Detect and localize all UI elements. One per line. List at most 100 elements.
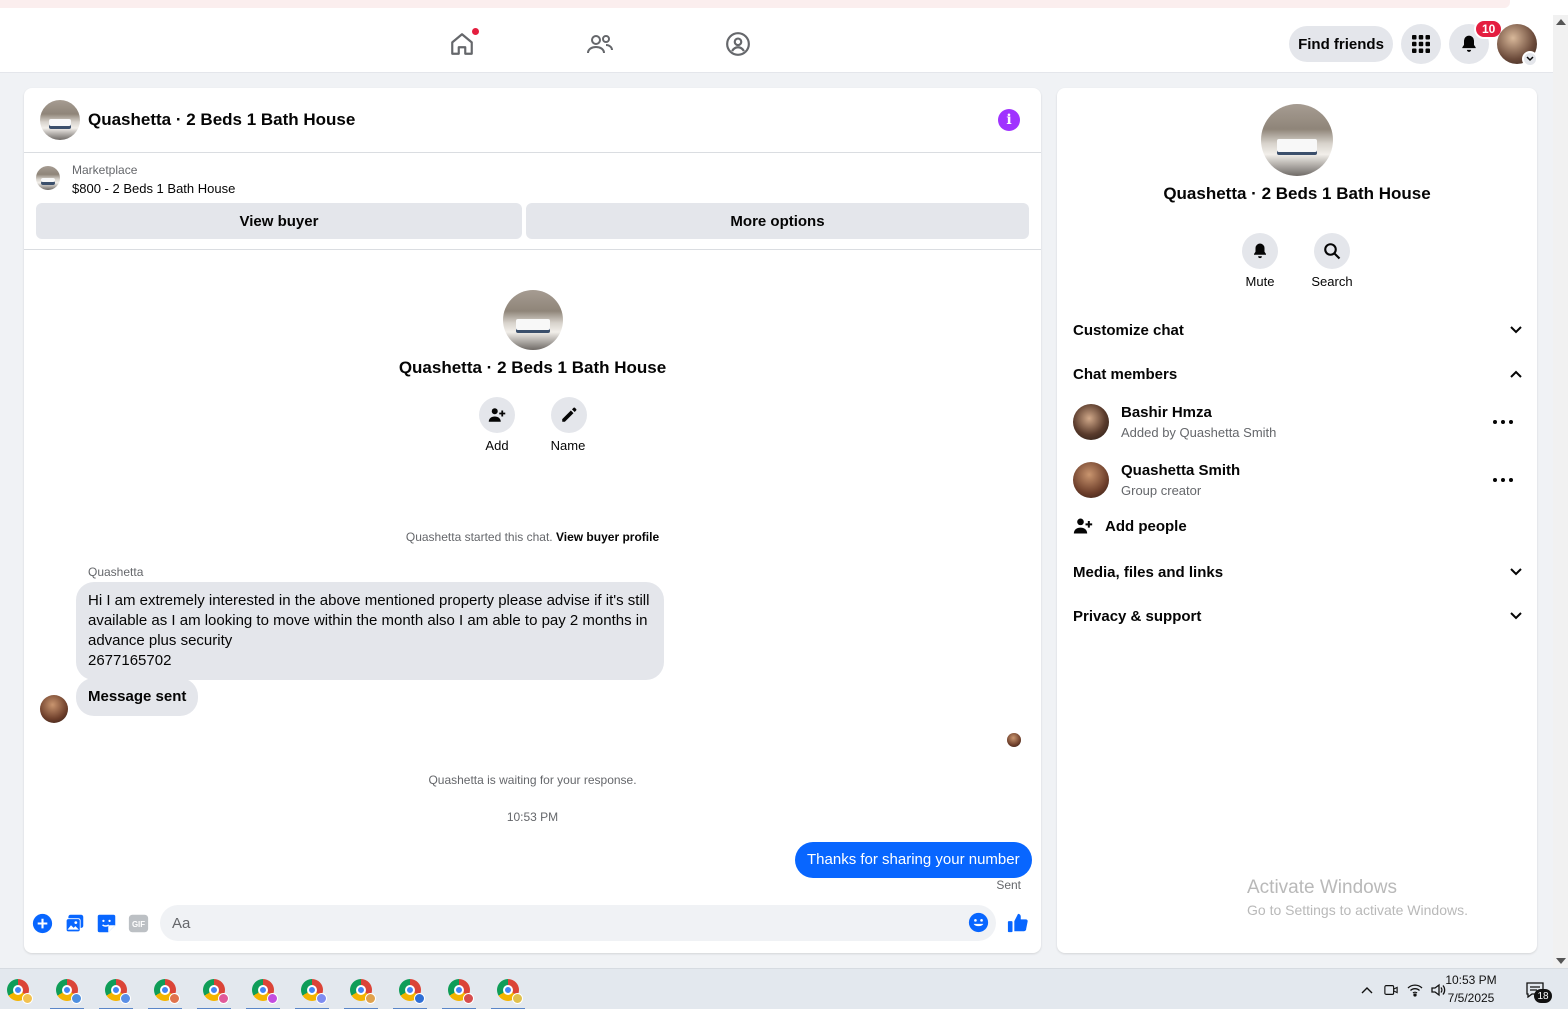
bell-icon[interactable] [1242, 233, 1278, 269]
chrome-icon [497, 978, 523, 1004]
home-notification-dot [472, 28, 479, 35]
chat-info-panel: Quashetta · 2 Beds 1 Bath House Mute Sea… [1057, 88, 1537, 953]
member-subtitle: Added by Quashetta Smith [1121, 425, 1277, 440]
chrome-icon [448, 978, 474, 1004]
chrome-icon [105, 978, 131, 1004]
info-icon[interactable]: i [998, 109, 1020, 131]
groups-icon[interactable] [718, 25, 758, 63]
chat-header: Quashetta · 2 Beds 1 Bath House i [24, 88, 1041, 153]
chevron-up-icon [1510, 370, 1522, 378]
meet-now-icon[interactable] [1381, 969, 1401, 1009]
chrome-profile-window[interactable] [191, 969, 237, 1009]
chrome-icon [56, 978, 82, 1004]
chrome-profile-window[interactable] [485, 969, 531, 1009]
info-cover-photo [1261, 104, 1333, 176]
marketplace-label: Marketplace [72, 163, 138, 177]
member-avatar[interactable] [1073, 404, 1109, 440]
chat-cover-photo [503, 290, 563, 350]
chrome-icon [252, 978, 278, 1004]
more-options-button[interactable]: More options [526, 203, 1029, 239]
taskbar-clock[interactable]: 10:53 PM 7/5/2025 [1440, 971, 1502, 1007]
chat-center-title: Quashetta · 2 Beds 1 Bath House [398, 358, 667, 377]
chrome-profile-window[interactable] [387, 969, 433, 1009]
more-options-icon[interactable] [1493, 417, 1513, 427]
privacy-support-section[interactable]: Privacy & support [1073, 601, 1523, 631]
chrome-icon [7, 978, 33, 1004]
sent-status: Sent [996, 878, 1021, 892]
member-name[interactable]: Quashetta Smith [1121, 462, 1240, 479]
chat-members-section[interactable]: Chat members [1073, 359, 1523, 389]
view-buyer-profile-link[interactable]: View buyer profile [556, 530, 659, 544]
sender-avatar[interactable] [40, 695, 68, 723]
chevron-down-icon [1510, 326, 1522, 334]
page-scrollbar[interactable] [1553, 15, 1568, 968]
emoji-icon[interactable] [968, 912, 989, 938]
chevron-down-icon [1510, 568, 1522, 576]
add-person-icon[interactable] [479, 397, 515, 433]
chrome-profile-window[interactable] [44, 969, 90, 1009]
thumbs-up-icon[interactable] [1007, 912, 1029, 934]
chrome-profile-window[interactable] [93, 969, 139, 1009]
customize-chat-section[interactable]: Customize chat [1073, 315, 1523, 345]
friends-icon[interactable] [580, 25, 620, 63]
message-input[interactable] [172, 905, 952, 941]
chrome-profile-window[interactable] [289, 969, 335, 1009]
chrome-icon [399, 978, 425, 1004]
chat-title[interactable]: Quashetta · 2 Beds 1 Bath House [88, 110, 355, 130]
add-label: Add [485, 438, 509, 453]
outgoing-message[interactable]: Thanks for sharing your number [795, 842, 1032, 878]
view-buyer-button[interactable]: View buyer [36, 203, 522, 239]
member-avatar[interactable] [1073, 462, 1109, 498]
sticker-icon[interactable] [95, 912, 117, 934]
seen-receipt-avatar [1007, 733, 1021, 747]
wifi-icon[interactable] [1405, 969, 1425, 1009]
chrome-profile-window[interactable] [142, 969, 188, 1009]
incoming-message-2[interactable]: Message sent [76, 678, 199, 716]
media-files-links-section[interactable]: Media, files and links [1073, 557, 1523, 587]
mute-label: Mute [1245, 274, 1275, 289]
listing-small-thumbnail [36, 166, 60, 190]
member-name[interactable]: Bashir Hmza [1121, 404, 1212, 421]
chevron-down-icon [1510, 612, 1522, 620]
chrome-profile-window[interactable] [0, 969, 41, 1009]
sender-name: Quashetta [88, 565, 144, 579]
chrome-icon [301, 978, 327, 1004]
chat-panel: Quashetta · 2 Beds 1 Bath House i Market… [24, 88, 1041, 953]
activate-windows-subtext: Go to Settings to activate Windows. [1247, 902, 1468, 918]
message-composer [160, 905, 996, 941]
find-friends-button[interactable]: Find friends [1289, 26, 1393, 62]
gif-icon[interactable]: GIF [127, 912, 149, 934]
chrome-icon [203, 978, 229, 1004]
chrome-profile-window[interactable] [436, 969, 482, 1009]
chat-started-notice: Quashetta started this chat. View buyer … [405, 530, 660, 544]
add-people-button[interactable]: Add people [1073, 516, 1187, 536]
browser-top-strip [0, 0, 1568, 15]
waiting-notice: Quashetta is waiting for your response. [428, 773, 637, 787]
menu-grid-icon[interactable] [1401, 24, 1441, 64]
message-timestamp: 10:53 PM [506, 810, 559, 824]
chrome-icon [154, 978, 180, 1004]
member-subtitle: Group creator [1121, 483, 1202, 498]
chevron-down-icon[interactable] [1522, 51, 1538, 67]
chrome-profile-window[interactable] [338, 969, 384, 1009]
top-navigation-bar: Find friends 10 [0, 15, 1553, 73]
name-label: Name [550, 438, 586, 453]
svg-text:GIF: GIF [131, 920, 144, 929]
info-title: Quashetta · 2 Beds 1 Bath House [1163, 184, 1431, 203]
add-person-icon [1073, 518, 1093, 534]
search-icon[interactable] [1314, 233, 1350, 269]
listing-price[interactable]: $800 - 2 Beds 1 Bath House [72, 181, 235, 196]
pencil-icon[interactable] [551, 397, 587, 433]
chrome-icon [350, 978, 376, 1004]
plus-circle-icon[interactable] [31, 912, 53, 934]
photo-icon[interactable] [63, 912, 85, 934]
windows-taskbar: 10:53 PM 7/5/2025 18 [0, 968, 1568, 1009]
marketplace-listing-bar: Marketplace $800 - 2 Beds 1 Bath House V… [24, 153, 1041, 250]
chevron-up-icon[interactable] [1357, 969, 1377, 1009]
chrome-profile-window[interactable] [240, 969, 286, 1009]
notification-count-badge: 18 [1534, 989, 1552, 1003]
incoming-message[interactable]: Hi I am extremely interested in the abov… [76, 582, 664, 680]
more-options-icon[interactable] [1493, 475, 1513, 485]
search-label: Search [1311, 274, 1353, 289]
listing-thumbnail[interactable] [40, 100, 80, 140]
